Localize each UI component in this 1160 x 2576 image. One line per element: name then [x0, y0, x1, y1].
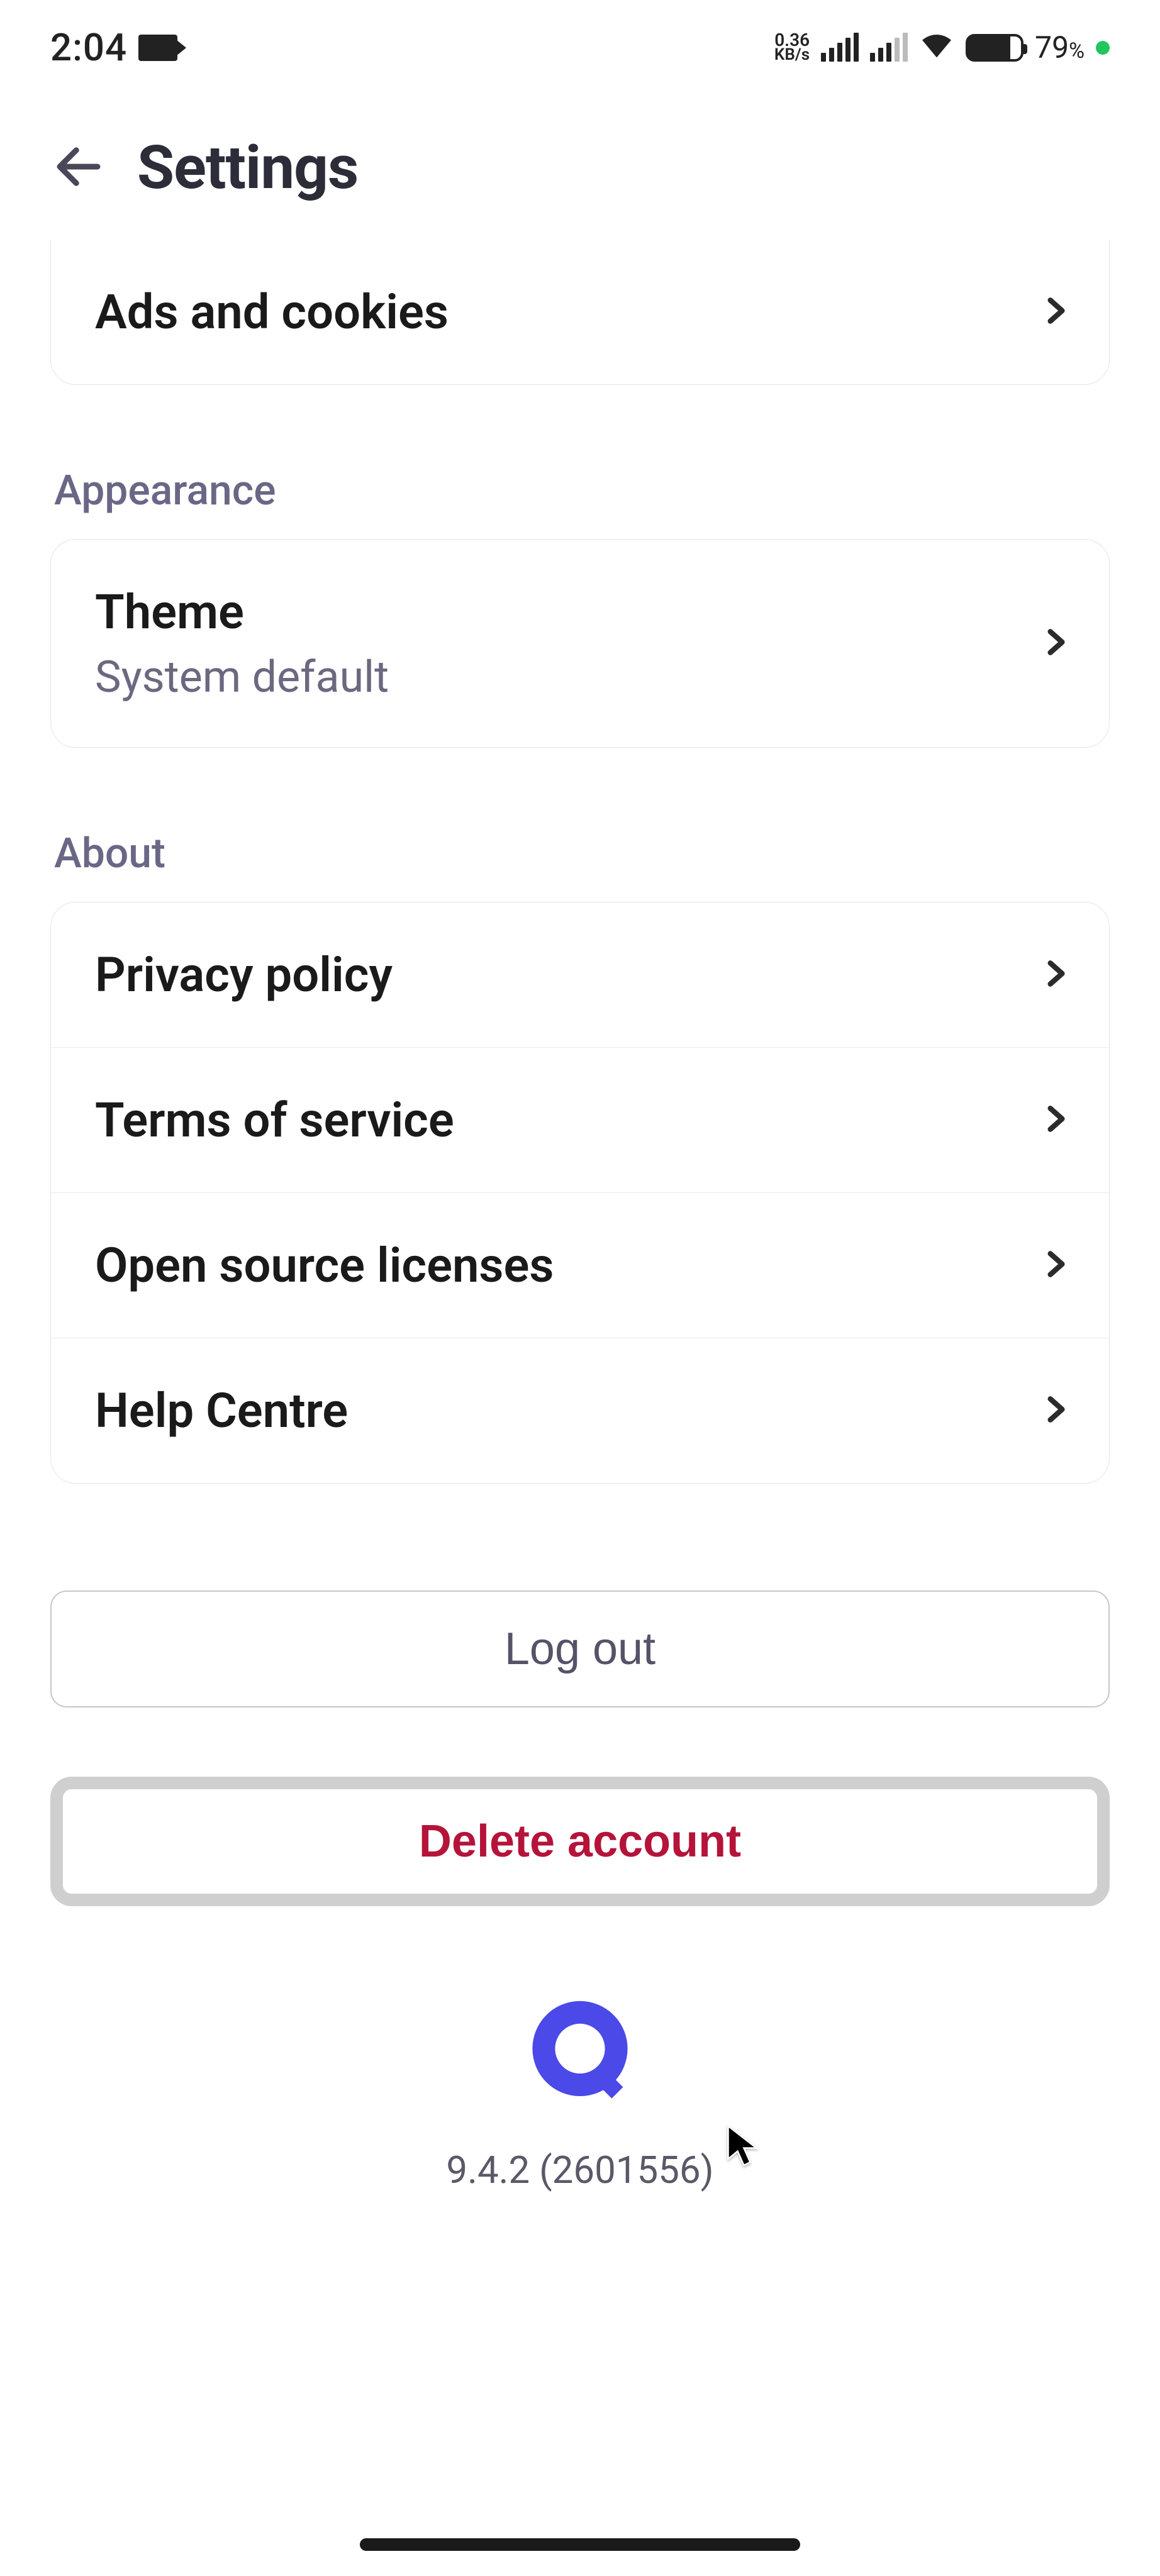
back-arrow-icon[interactable] [50, 138, 107, 197]
wifi-icon [919, 25, 954, 70]
app-logo-icon [523, 1994, 637, 2110]
delete-account-button[interactable]: Delete account [63, 1789, 1097, 1894]
status-left: 2:04 [50, 25, 177, 70]
home-indicator[interactable] [360, 2538, 800, 2551]
row-theme[interactable]: Theme System default [51, 540, 1109, 747]
chevron-right-icon [1040, 1103, 1071, 1137]
signal-strength-icon-2 [870, 34, 908, 62]
status-time: 2:04 [50, 25, 127, 70]
row-ads-cookies[interactable]: Ads and cookies [51, 240, 1109, 384]
row-privacy-label: Privacy policy [95, 947, 393, 1003]
row-theme-value: System default [95, 652, 389, 703]
chevron-right-icon [1040, 626, 1071, 660]
video-recording-icon [138, 35, 177, 61]
page-title: Settings [137, 133, 358, 203]
card-ads-cookies: Ads and cookies [50, 240, 1110, 385]
section-about: About [54, 830, 1110, 878]
card-appearance: Theme System default [50, 539, 1110, 748]
row-licenses-label: Open source licenses [95, 1237, 554, 1294]
status-bar: 2:04 0.36 KB/s 79% [0, 0, 1160, 82]
status-right: 0.36 KB/s 79% [774, 25, 1110, 70]
chevron-right-icon [1040, 1248, 1071, 1282]
battery-percent-suffix: % [1069, 38, 1085, 64]
row-privacy-policy[interactable]: Privacy policy [51, 902, 1109, 1047]
network-speed: 0.36 KB/s [774, 32, 810, 63]
card-about: Privacy policy Terms of service Open sou… [50, 902, 1110, 1484]
signal-strength-icon-1 [821, 34, 859, 62]
chevron-right-icon [1040, 958, 1071, 992]
battery-percent: 79% [1035, 30, 1085, 65]
app-header: Settings [0, 82, 1160, 241]
app-version: 9.4.2 (2601556) [446, 2148, 713, 2192]
footer: 9.4.2 (2601556) [50, 1994, 1110, 2192]
row-theme-label: Theme [95, 584, 389, 640]
row-help-label: Help Centre [95, 1382, 348, 1439]
network-speed-unit: KB/s [774, 48, 810, 62]
battery-fill [968, 36, 1010, 59]
row-ads-cookies-label: Ads and cookies [95, 284, 449, 340]
row-help-centre[interactable]: Help Centre [51, 1338, 1109, 1483]
row-terms-of-service[interactable]: Terms of service [51, 1047, 1109, 1192]
battery-percent-value: 79 [1035, 30, 1069, 65]
chevron-right-icon [1040, 1394, 1071, 1428]
logout-button[interactable]: Log out [50, 1591, 1110, 1707]
section-appearance: Appearance [54, 467, 1110, 515]
row-open-source-licenses[interactable]: Open source licenses [51, 1192, 1109, 1338]
battery-icon [966, 34, 1023, 62]
row-terms-label: Terms of service [95, 1092, 454, 1148]
chevron-right-icon [1040, 295, 1071, 329]
content: Ads and cookies Appearance Theme System … [0, 240, 1160, 2192]
privacy-indicator-dot [1096, 41, 1110, 55]
delete-account-highlight: Delete account [50, 1777, 1110, 1906]
